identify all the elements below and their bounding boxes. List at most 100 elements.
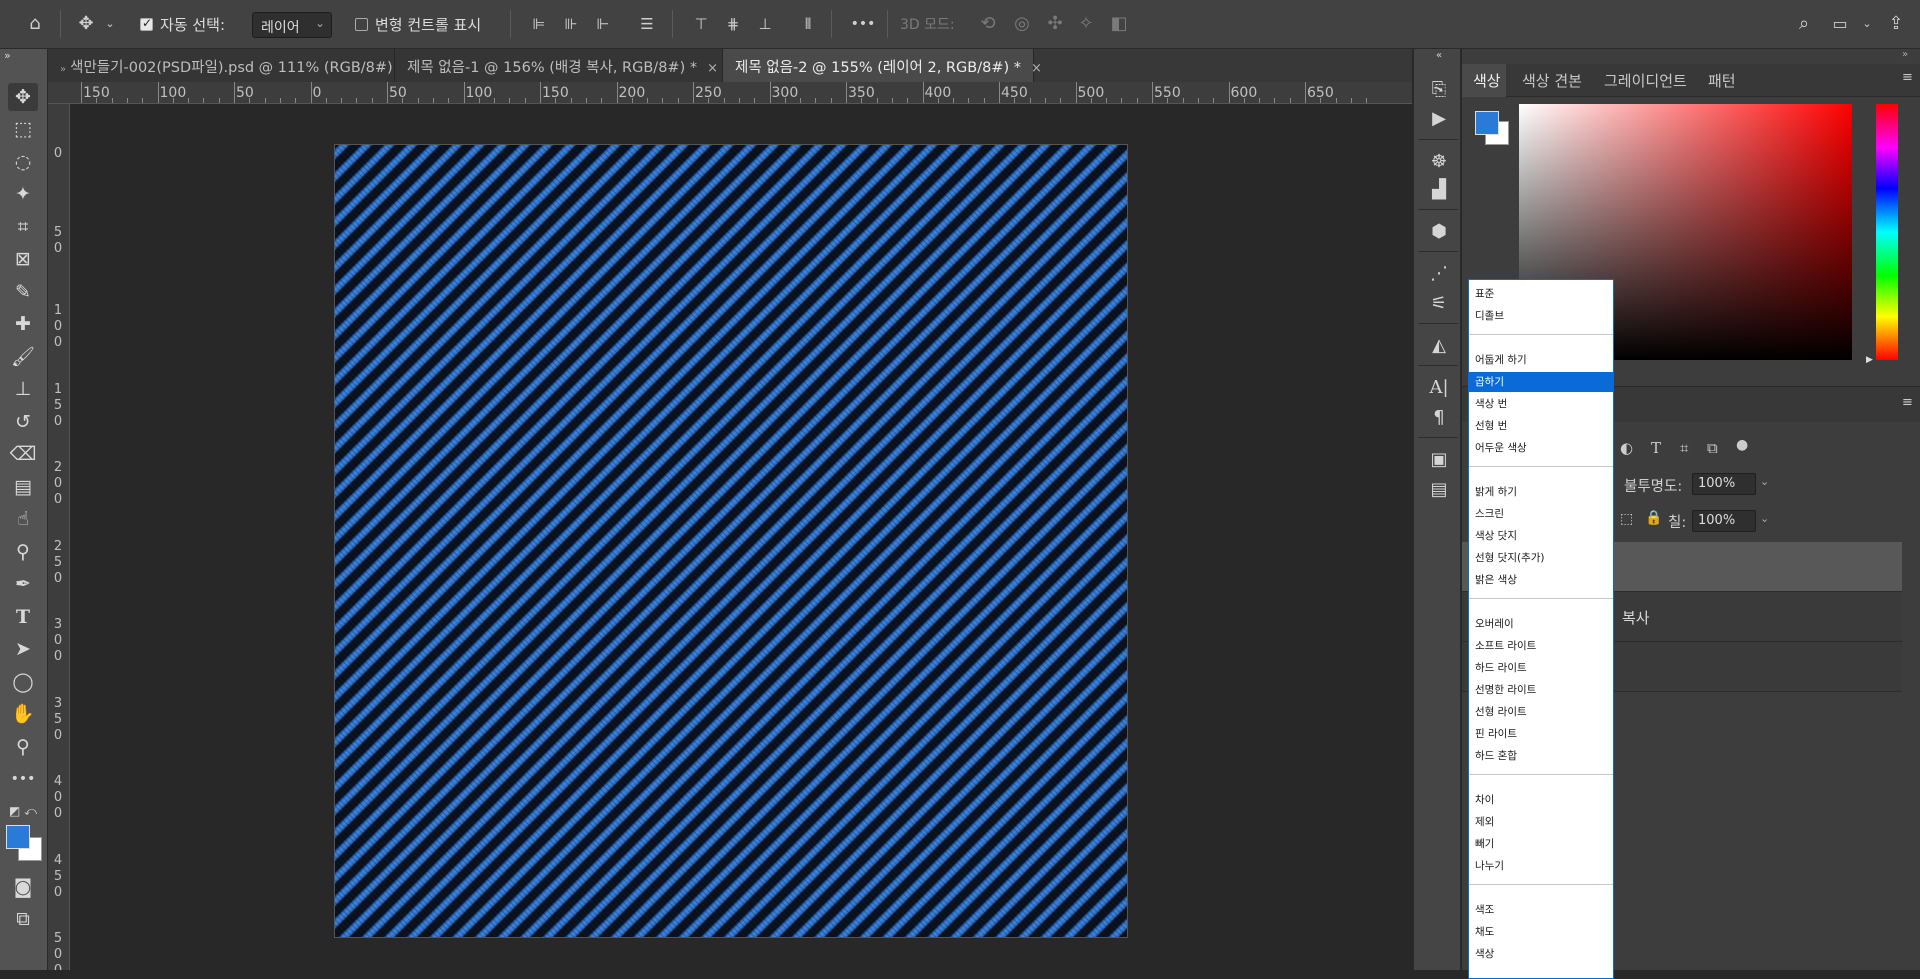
healing-brush-tool-icon[interactable]: ✚ [8,310,38,338]
align-bottom-icon[interactable]: ⊥ [754,13,776,35]
blend-mode-item[interactable]: 색조 [1469,900,1613,920]
blend-mode-item[interactable]: 차이 [1469,790,1613,810]
blend-mode-item[interactable]: 선명한 라이트 [1469,680,1613,700]
tab-swatches[interactable]: 색상 견본 [1522,70,1582,91]
filter-adjustment-icon[interactable]: ◐ [1620,439,1633,457]
chevron-down-icon[interactable]: ⌄ [1860,13,1874,35]
histogram-icon[interactable]: ▟ [1426,177,1452,203]
history-icon[interactable]: ⎘ [1426,77,1452,103]
more-options-icon[interactable]: ••• [849,13,877,35]
auto-select-target-dropdown[interactable]: 레이어 ⌄ [252,12,332,38]
document-canvas[interactable] [334,144,1128,938]
navigator-icon[interactable]: ☸ [1426,149,1452,175]
home-icon[interactable]: ⌂ [22,13,48,35]
type-tool-icon[interactable]: T [8,603,38,631]
filter-type-icon[interactable]: T [1651,439,1661,457]
blend-mode-item[interactable]: 소프트 라이트 [1469,636,1613,656]
dodge-tool-icon[interactable]: ⚲ [8,538,38,566]
crop-tool-icon[interactable]: ⌗ [8,213,38,241]
align-left-icon[interactable]: ⊫ [528,13,550,35]
chevron-down-icon[interactable]: ⌄ [1760,512,1769,525]
align-horizontal-center-icon[interactable]: ⊪ [560,13,582,35]
panel-menu-icon[interactable]: ≡ [1902,70,1913,85]
lock-artboard-icon[interactable]: ⬚ [1620,511,1633,527]
tab-document-2[interactable]: 제목 없음-1 @ 156% (배경 복사, RGB/8#) * × [395,49,723,82]
lasso-tool-icon[interactable]: ◌ [8,148,38,176]
pen-tool-icon[interactable]: ✒ [8,570,38,598]
blend-mode-item[interactable]: 어두운 색상 [1469,438,1613,458]
filter-smart-object-icon[interactable]: ⧉ [1707,439,1718,457]
opacity-field[interactable]: 100% [1692,473,1756,495]
tab-patterns[interactable]: 패턴 [1708,70,1736,91]
blend-mode-item[interactable]: 핀 라이트 [1469,724,1613,744]
chevron-down-icon[interactable]: ⌄ [103,13,117,35]
paragraph-icon[interactable]: ¶ [1426,405,1452,431]
blend-mode-item[interactable]: 채도 [1469,922,1613,942]
blend-mode-item[interactable]: 빼기 [1469,834,1613,854]
shapes-icon[interactable]: ◭ [1426,333,1452,359]
hand-tool-icon[interactable]: ✋ [8,700,38,728]
transform-controls-checkbox[interactable] [355,18,368,31]
notes-icon[interactable]: ▤ [1426,477,1452,503]
align-vertical-center-icon[interactable]: ⋕ [722,13,744,35]
tab-document-1[interactable]: »색만들기-002(PSD파일).psd @ 111% (RGB/8#)× [48,49,414,82]
hue-slider-handle[interactable]: ▶ [1866,355,1873,365]
gradient-tool-icon[interactable]: ▤ [8,473,38,501]
3d-icon[interactable]: ⬢ [1426,219,1452,245]
tab-color[interactable]: 색상 [1473,70,1501,91]
foreground-color-swatch[interactable] [1475,111,1499,135]
filter-shape-icon[interactable]: ⌗ [1680,439,1688,457]
blend-mode-item[interactable]: 곱하기 [1469,372,1613,392]
move-tool-icon[interactable]: ✥ [74,13,98,35]
path-selection-tool-icon[interactable]: ➤ [8,635,38,663]
brush-tool-icon[interactable]: 🖌 [8,343,38,371]
distribute-vertical-icon[interactable]: ⦀ [797,13,819,35]
eraser-tool-icon[interactable]: ⌫ [8,440,38,468]
actions-play-icon[interactable]: ▶ [1426,106,1452,132]
close-icon[interactable]: × [707,61,718,76]
eyedropper-tool-icon[interactable]: ✎ [8,278,38,306]
blend-mode-item[interactable]: 밝게 하기 [1469,482,1613,502]
panel-menu-icon[interactable]: ≡ [1902,395,1913,410]
blend-mode-item[interactable]: 어둡게 하기 [1469,350,1613,370]
move-tool-icon[interactable]: ✥ [8,83,38,111]
blend-mode-item[interactable]: 나누기 [1469,856,1613,876]
clone-stamp-tool-icon[interactable]: ⊥ [8,375,38,403]
blend-mode-item[interactable]: 하드 혼합 [1469,746,1613,766]
close-icon[interactable]: × [1031,61,1042,76]
ellipse-tool-icon[interactable]: ◯ [8,668,38,696]
default-colors-icon[interactable]: ◩ ⤺ [8,797,38,825]
distribute-horizontal-icon[interactable]: ☰ [636,13,658,35]
tab-gradients[interactable]: 그레이디언트 [1604,70,1687,91]
marquee-tool-icon[interactable]: ⬚ [8,115,38,143]
hue-slider[interactable] [1876,104,1898,360]
blend-mode-item[interactable]: 선형 번 [1469,416,1613,436]
workspace-icon[interactable]: ▭ [1828,13,1852,35]
magic-wand-tool-icon[interactable]: ✦ [8,180,38,208]
smudge-tool-icon[interactable]: ☝ [8,505,38,533]
collapse-icon[interactable]: « [1426,49,1452,63]
blend-mode-item[interactable]: 스크린 [1469,504,1613,524]
blend-mode-item[interactable]: 제외 [1469,812,1613,832]
fill-field[interactable]: 100% [1692,510,1756,532]
blend-mode-item[interactable]: 표준 [1469,284,1613,304]
blend-mode-item[interactable]: 선형 닷지(추가) [1469,548,1613,568]
blend-mode-item[interactable]: 색상 닷지 [1469,526,1613,546]
align-top-icon[interactable]: ⊤ [690,13,712,35]
brush-settings-icon[interactable]: ⋰ [1426,261,1452,287]
blend-mode-item[interactable]: 오버레이 [1469,614,1613,634]
share-icon[interactable]: ⇪ [1884,13,1908,35]
collapse-icon[interactable]: » [1902,49,1908,60]
libraries-icon[interactable]: ▣ [1426,447,1452,473]
collapse-icon[interactable]: » [4,49,34,63]
blend-mode-item[interactable]: 하드 라이트 [1469,658,1613,678]
blend-mode-item[interactable]: 선형 라이트 [1469,702,1613,722]
auto-select-checkbox[interactable] [140,16,153,31]
blend-mode-item[interactable]: 디졸브 [1469,306,1613,326]
blend-mode-item[interactable]: 색상 번 [1469,394,1613,414]
search-icon[interactable]: ⌕ [1792,13,1816,35]
zoom-tool-icon[interactable]: ⚲ [8,733,38,761]
history-brush-tool-icon[interactable]: ↺ [8,408,38,436]
screen-mode-icon[interactable]: ⧉ [8,905,38,933]
character-icon[interactable]: A| [1426,375,1452,401]
